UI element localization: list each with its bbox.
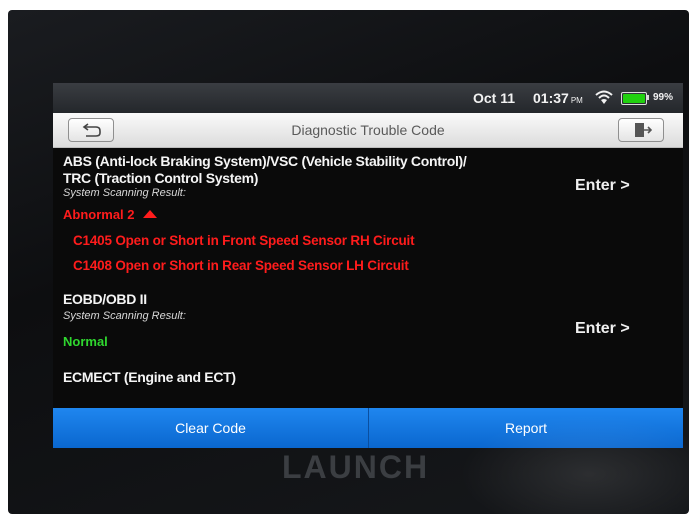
status-time-value: 01:37 bbox=[533, 90, 569, 106]
wifi-icon bbox=[595, 90, 613, 104]
status-normal: Normal bbox=[63, 334, 108, 349]
enter-button-obd[interactable]: Enter > bbox=[575, 320, 630, 338]
exit-button[interactable] bbox=[618, 118, 664, 142]
device-screen: Oct 11 01:37 PM 99% Diagnostic Trouble Co… bbox=[53, 83, 683, 448]
system-name-line2: TRC (Traction Control System) bbox=[63, 170, 259, 186]
enter-button-abs[interactable]: Enter > bbox=[575, 177, 630, 195]
scan-result-label: System Scanning Result: bbox=[63, 310, 186, 322]
status-bar: Oct 11 01:37 PM 99% bbox=[53, 83, 683, 113]
brand-logo: LAUNCH bbox=[282, 449, 430, 485]
dtc-list: ABS (Anti-lock Braking System)/VSC (Vehi… bbox=[53, 147, 683, 408]
battery-icon bbox=[621, 92, 647, 105]
battery-percent: 99% bbox=[653, 92, 674, 103]
action-bar: Clear Code Report bbox=[53, 408, 683, 448]
report-button[interactable]: Report bbox=[369, 408, 683, 448]
dtc-code-item: C1408 Open or Short in Rear Speed Sensor… bbox=[73, 258, 409, 273]
exit-icon bbox=[635, 123, 652, 137]
system-name-abs[interactable]: ABS (Anti-lock Braking System)/VSC (Vehi… bbox=[63, 153, 467, 187]
status-date: Oct 11 bbox=[473, 90, 516, 106]
status-ampm: PM bbox=[570, 96, 583, 105]
status-abnormal[interactable]: Abnormal 2 bbox=[63, 207, 157, 222]
system-name-obd[interactable]: EOBD/OBD II bbox=[63, 291, 147, 308]
status-abnormal-text: Abnormal 2 bbox=[63, 207, 135, 222]
status-time: 01:37 PM bbox=[533, 90, 583, 106]
dtc-code-item: C1405 Open or Short in Front Speed Senso… bbox=[73, 233, 415, 248]
battery-tip bbox=[647, 95, 649, 100]
scan-result-label: System Scanning Result: bbox=[63, 187, 186, 199]
collapse-triangle-icon bbox=[142, 210, 157, 218]
system-name-ecm[interactable]: ECMECT (Engine and ECT) bbox=[63, 369, 236, 386]
title-bar: Diagnostic Trouble Code bbox=[53, 113, 683, 148]
battery-level-fill bbox=[623, 94, 645, 103]
scan-tool-device: Oct 11 01:37 PM 99% Diagnostic Trouble Co… bbox=[8, 10, 689, 514]
system-name-line1: ABS (Anti-lock Braking System)/VSC (Vehi… bbox=[63, 153, 467, 169]
page-title: Diagnostic Trouble Code bbox=[291, 122, 445, 138]
clear-code-button[interactable]: Clear Code bbox=[53, 408, 369, 448]
